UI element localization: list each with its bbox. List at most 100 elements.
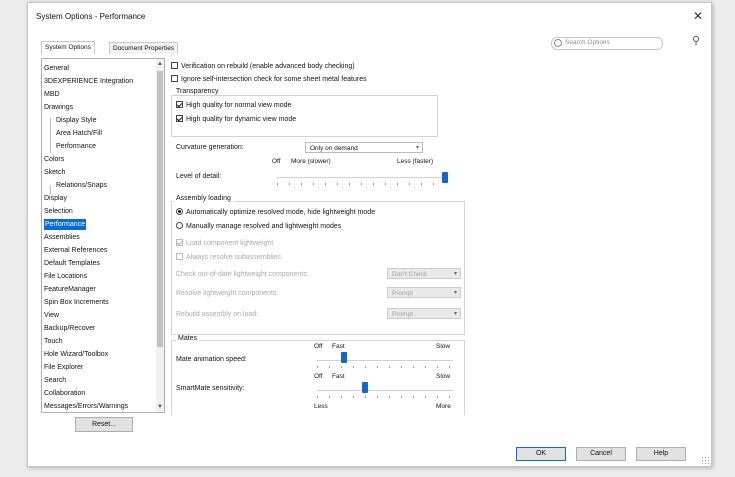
third-less-label: Less (314, 403, 328, 410)
options-panel: Verification on rebuild (enable advanced… (169, 59, 711, 415)
auto-optimize-radio[interactable] (176, 208, 183, 215)
tree-item-general[interactable]: General (44, 63, 69, 74)
ignore-self-intersection-option[interactable]: Ignore self-intersection check for some … (171, 75, 367, 85)
lod-label: Level of detail: (176, 173, 222, 180)
close-icon[interactable]: ✕ (693, 9, 703, 23)
auto-optimize-option[interactable]: Automatically optimize resolved mode, hi… (176, 208, 375, 218)
system-options-dialog: System Options - Performance ✕ System Op… (27, 2, 712, 467)
transparency-dynamic-checkbox[interactable] (176, 115, 183, 122)
transparency-dynamic-option[interactable]: High quality for dynamic view mode (176, 115, 296, 125)
resolve-lightweight-label: Resolve lightweight components: (176, 290, 279, 297)
options-tree[interactable]: General 3DEXPERIENCE Integration MBD Dra… (41, 58, 165, 413)
tree-item-view[interactable]: View (44, 310, 59, 321)
tree-item-area-hatch[interactable]: Area Hatch/Fill (56, 128, 102, 139)
tree-scrollbar[interactable]: ▲ ▼ (156, 59, 164, 412)
transparency-normal-option[interactable]: High quality for normal view mode (176, 101, 291, 111)
tree-item-3dexperience[interactable]: 3DEXPERIENCE Integration (44, 76, 133, 87)
tree-item-colors[interactable]: Colors (44, 154, 64, 165)
check-outdated-label: Check out-of-date lightweight components… (176, 271, 309, 278)
tree-item-assemblies[interactable]: Assemblies (44, 232, 80, 243)
resize-grip[interactable] (701, 456, 709, 464)
search-placeholder: Search Options (565, 39, 610, 46)
scroll-down-icon[interactable]: ▼ (157, 404, 163, 410)
ignore-self-intersection-label: Ignore self-intersection check for some … (181, 76, 367, 83)
always-resolve-option[interactable]: Always resolve subassemblies (176, 253, 281, 263)
verification-rebuild-option[interactable]: Verification on rebuild (enable advanced… (171, 62, 355, 72)
ignore-self-intersection-checkbox[interactable] (171, 75, 178, 82)
tree-item-touch[interactable]: Touch (44, 336, 63, 347)
tree-item-spin-box[interactable]: Spin Box Increments (44, 297, 109, 308)
tree-item-mbd[interactable]: MBD (44, 89, 60, 100)
smart-fast-label: Fast (332, 373, 345, 380)
search-options-input[interactable]: Search Options (551, 37, 663, 50)
manual-manage-radio[interactable] (176, 222, 183, 229)
tree-connector (50, 118, 51, 153)
tree-item-sketch[interactable]: Sketch (44, 167, 65, 178)
load-lightweight-option[interactable]: Load component lightweight (176, 239, 273, 249)
resolve-lightweight-select[interactable]: Prompt ▾ (387, 287, 461, 298)
tree-item-drawings[interactable]: Drawings (44, 102, 73, 113)
tab-document-properties[interactable]: Document Properties (109, 42, 179, 54)
help-button[interactable]: Help (636, 447, 686, 461)
always-resolve-label: Always resolve subassemblies (186, 254, 281, 261)
tree-item-backup-recover[interactable]: Backup/Recover (44, 323, 95, 334)
scroll-up-icon[interactable]: ▲ (157, 61, 163, 67)
rebuild-on-load-value: Prompt (392, 311, 413, 318)
tab-system-options[interactable]: System Options (41, 41, 95, 54)
tree-item-file-locations[interactable]: File Locations (44, 271, 87, 282)
mates-title: Mates (176, 335, 200, 342)
curvature-label: Curvature generation: (176, 144, 244, 151)
window-title: System Options - Performance (36, 12, 146, 21)
tree-item-search[interactable]: Search (44, 375, 66, 386)
chevron-down-icon: ▾ (415, 145, 419, 151)
anim-fast-label: Fast (332, 343, 345, 350)
lod-slider[interactable] (442, 172, 448, 183)
curvature-select[interactable]: Only on demand ▾ (305, 142, 423, 153)
tree-item-hole-wizard[interactable]: Hole Wizard/Toolbox (44, 349, 108, 360)
tree-item-display-style[interactable]: Display Style (56, 115, 96, 126)
anim-off-label: Off (314, 343, 323, 350)
manual-manage-option[interactable]: Manually manage resolved and lightweight… (176, 222, 341, 232)
lod-track (277, 177, 445, 178)
transparency-dynamic-label: High quality for dynamic view mode (186, 116, 297, 123)
verification-rebuild-checkbox[interactable] (171, 62, 178, 69)
smart-ticks (317, 396, 453, 398)
verification-rebuild-label: Verification on rebuild (enable advanced… (181, 63, 355, 70)
tree-item-display[interactable]: Display (44, 193, 67, 204)
tree-item-default-templates[interactable]: Default Templates (44, 258, 100, 269)
lod-off-label: Off (272, 158, 281, 165)
anim-speed-slider[interactable] (341, 352, 348, 363)
always-resolve-checkbox[interactable] (176, 253, 183, 260)
lod-ticks (277, 183, 445, 185)
tree-item-file-explorer[interactable]: File Explorer (44, 362, 83, 373)
manual-manage-label: Manually manage resolved and lightweight… (186, 223, 342, 230)
tree-scroll-thumb[interactable] (157, 71, 163, 347)
smartmate-slider[interactable] (361, 382, 368, 393)
transparency-title: Transparency (174, 88, 221, 95)
load-lightweight-label: Load component lightweight (186, 240, 274, 247)
tree-item-selection[interactable]: Selection (44, 206, 73, 217)
search-icon[interactable]: ⚲ (692, 34, 700, 47)
anim-ticks (317, 366, 453, 368)
load-lightweight-checkbox[interactable] (176, 239, 183, 246)
tree-item-messages[interactable]: Messages/Errors/Warnings (44, 401, 128, 412)
curvature-value: Only on demand (310, 145, 358, 152)
check-outdated-value: Don't Check (392, 271, 428, 278)
tree-item-featuremanager[interactable]: FeatureManager (44, 284, 96, 295)
check-outdated-select[interactable]: Don't Check ▾ (387, 268, 461, 279)
cancel-button[interactable]: Cancel (576, 447, 626, 461)
tree-item-performance[interactable]: Performance (44, 219, 87, 230)
tree-item-relations-snaps[interactable]: Relations/Snaps (56, 180, 107, 191)
tree-item-drawings-performance[interactable]: Performance (56, 141, 96, 152)
anim-track (317, 360, 453, 361)
gear-icon (554, 39, 562, 47)
auto-optimize-label: Automatically optimize resolved mode, hi… (186, 209, 376, 216)
transparency-normal-checkbox[interactable] (176, 101, 183, 108)
rebuild-on-load-select[interactable]: Prompt ▾ (387, 308, 461, 319)
reset-button[interactable]: Reset... (75, 417, 133, 432)
tree-item-external-references[interactable]: External References (44, 245, 107, 256)
tree-item-collaboration[interactable]: Collaboration (44, 388, 85, 399)
ok-button[interactable]: OK (516, 447, 566, 461)
lod-less-label: Less (faster) (397, 158, 434, 165)
smart-track (317, 390, 453, 391)
